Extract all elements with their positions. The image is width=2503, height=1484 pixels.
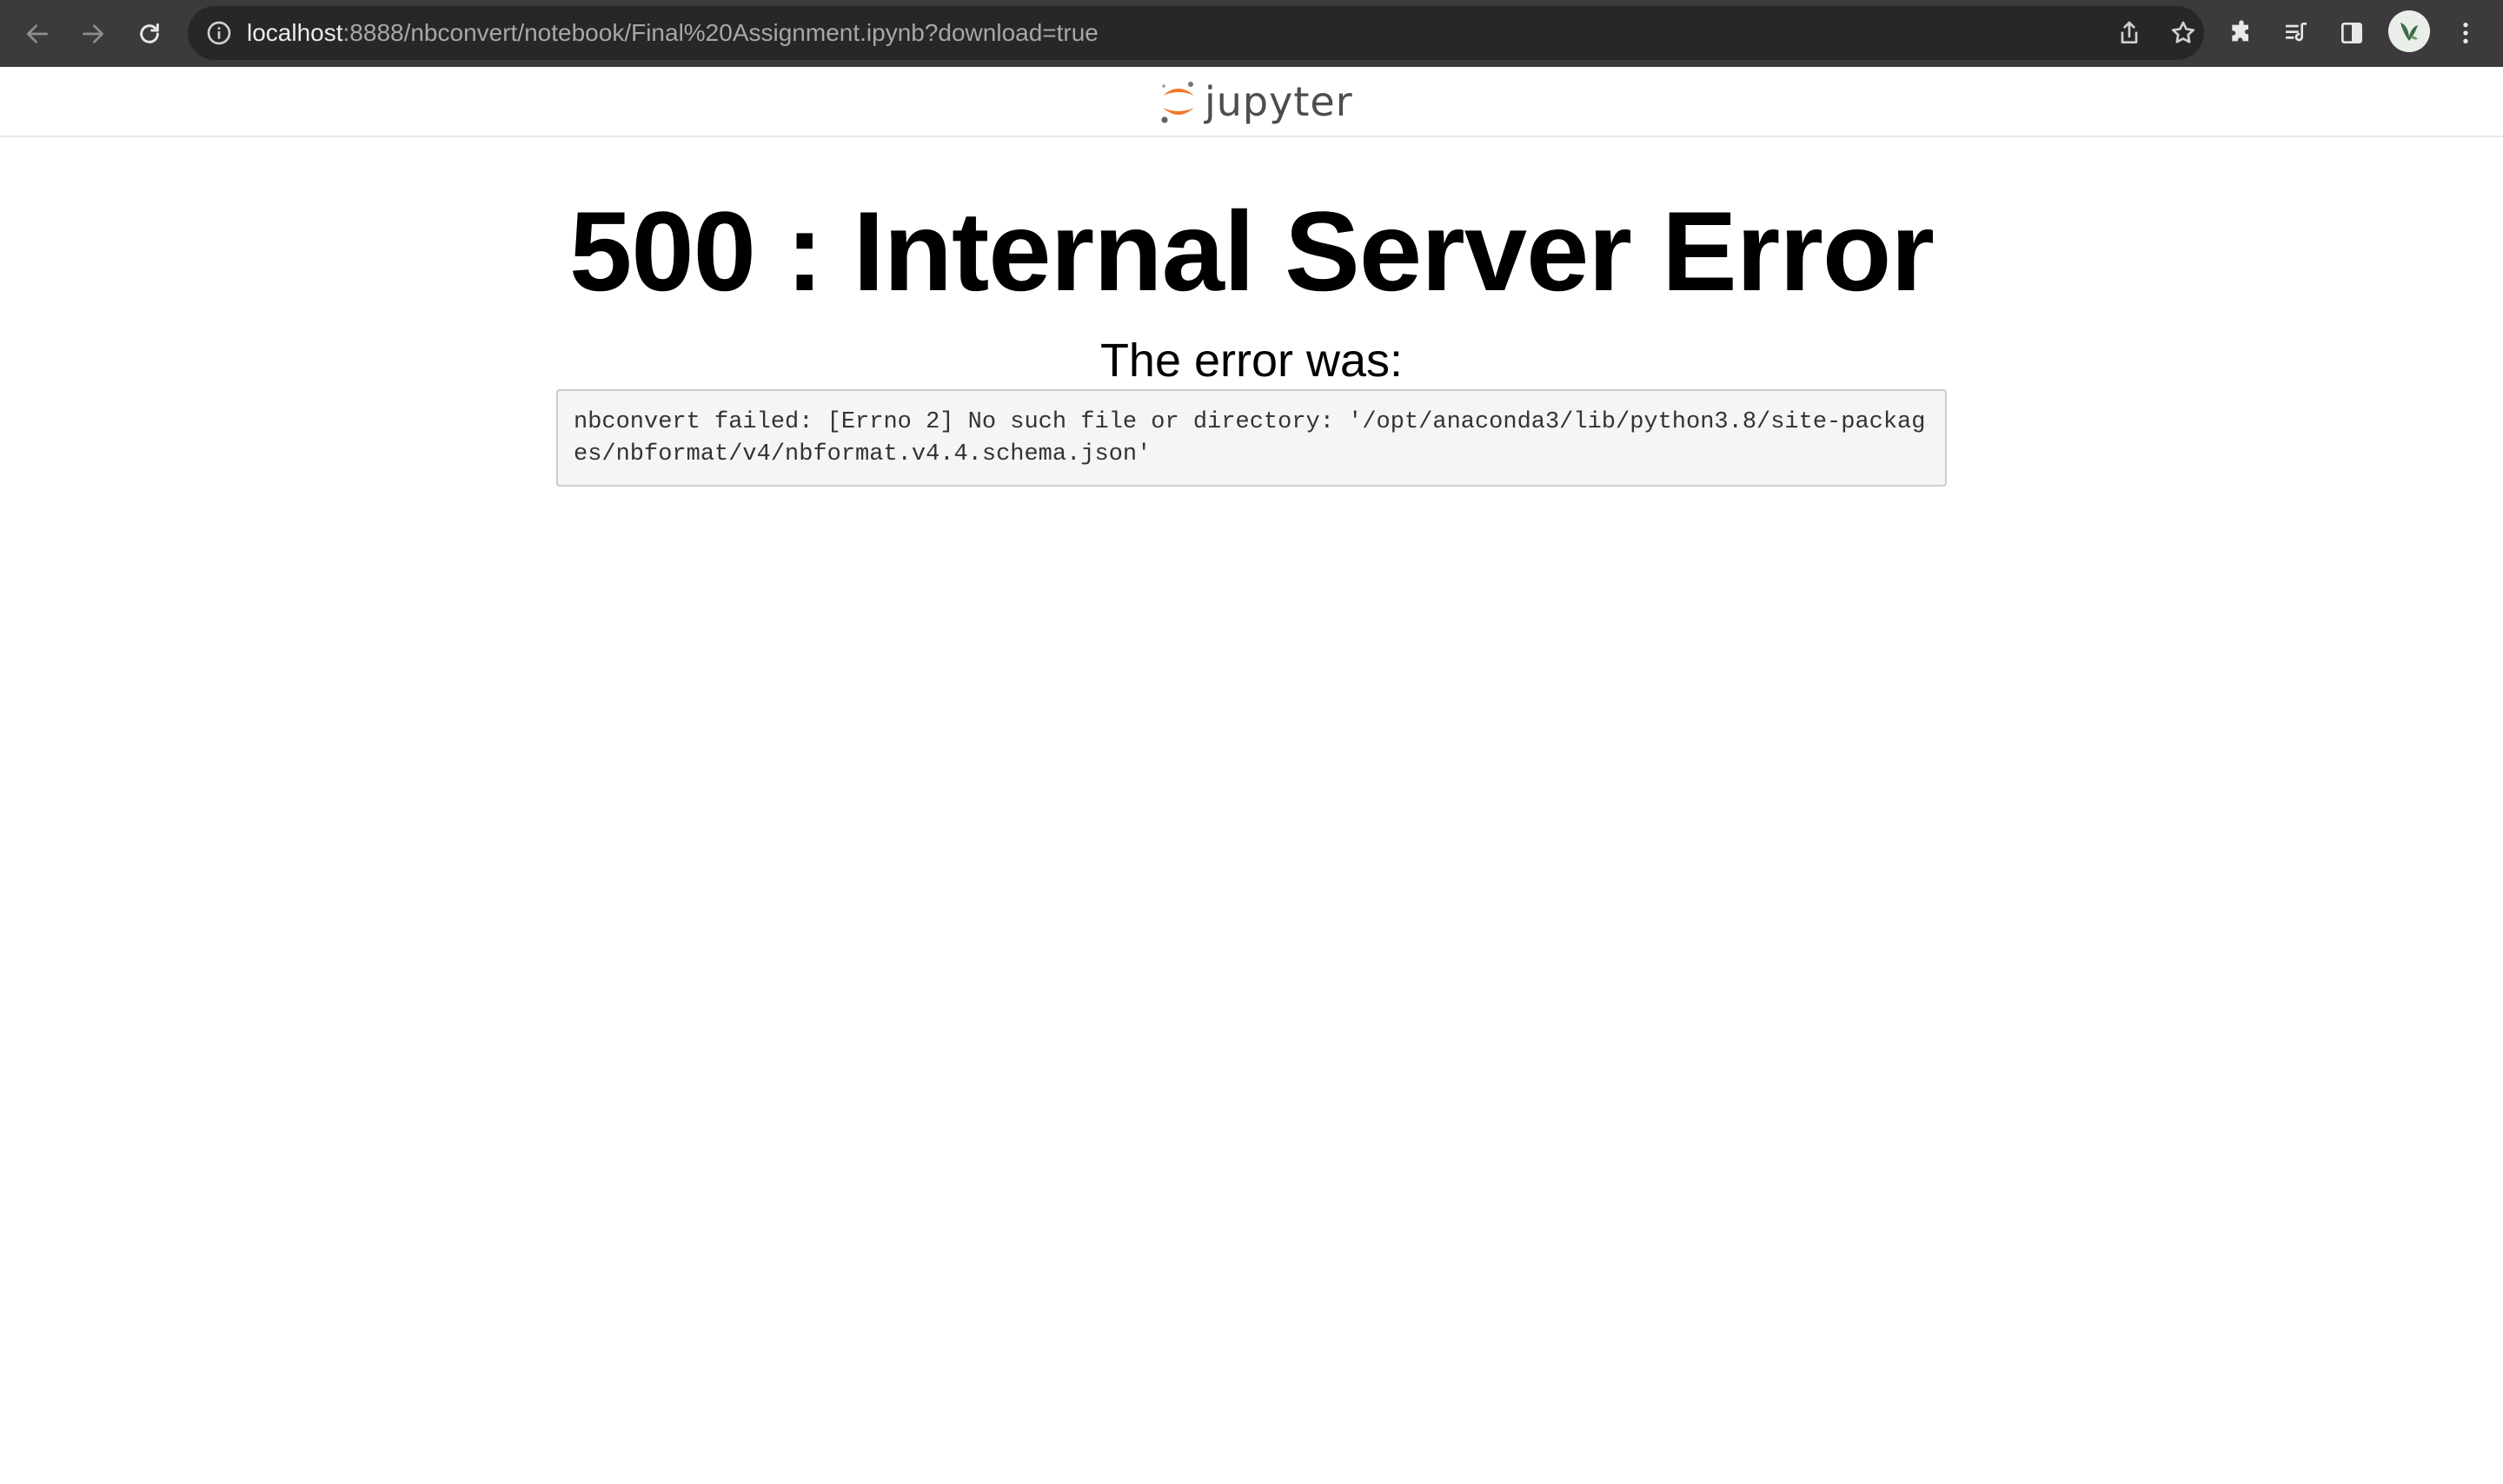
address-bar[interactable]: localhost:8888/nbconvert/notebook/Final%…	[188, 6, 2204, 60]
error-message: nbconvert failed: [Errno 2] No such file…	[556, 389, 1947, 487]
url-path: :8888/nbconvert/notebook/Final%20Assignm…	[342, 19, 1099, 46]
puzzle-icon	[2232, 20, 2248, 42]
profile-avatar[interactable]	[2388, 10, 2430, 52]
url-host: localhost	[247, 19, 343, 46]
back-button[interactable]	[13, 10, 62, 58]
extensions-button[interactable]	[2222, 14, 2261, 52]
reading-list-icon	[2286, 23, 2307, 42]
side-panel-button[interactable]	[2333, 14, 2371, 52]
reload-button[interactable]	[125, 10, 174, 58]
browser-toolbar: localhost:8888/nbconvert/notebook/Final%…	[0, 0, 2503, 67]
avatar-icon	[2388, 10, 2430, 52]
jupyter-wordmark: jupyter	[1205, 78, 1353, 125]
reading-list-button[interactable]	[2277, 14, 2315, 52]
jupyter-header: jupyter	[0, 67, 2503, 137]
star-icon[interactable]	[2169, 19, 2197, 47]
page-content: jupyter 500 : Internal Server Error The …	[0, 67, 2503, 1484]
arrow-right-icon	[83, 24, 103, 43]
browser-menu-button[interactable]	[2447, 14, 2485, 52]
side-panel-icon	[2341, 23, 2362, 43]
jupyter-logo[interactable]: jupyter	[1158, 76, 1353, 128]
error-title: 500 : Internal Server Error	[569, 188, 1935, 315]
share-icon[interactable]	[2115, 19, 2143, 47]
forward-button[interactable]	[69, 10, 117, 58]
info-icon[interactable]	[205, 19, 233, 47]
url-text[interactable]: localhost:8888/nbconvert/notebook/Final%…	[247, 6, 1099, 60]
jupyter-logo-icon	[1161, 82, 1194, 123]
arrow-left-icon	[27, 24, 48, 43]
reload-icon	[140, 23, 159, 43]
more-vert-icon	[2463, 23, 2468, 43]
error-subtitle: The error was:	[1099, 335, 1404, 387]
